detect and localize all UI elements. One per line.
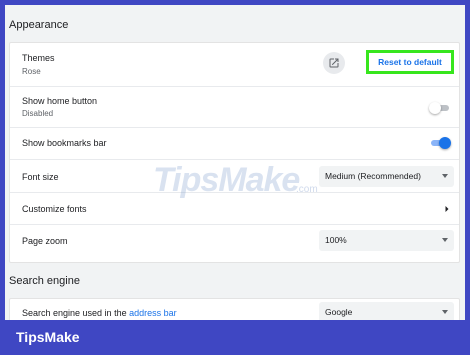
appearance-section-title: Appearance bbox=[9, 19, 69, 31]
customize-fonts-label: Customize fonts bbox=[22, 204, 87, 214]
footer-brand: TipsMake bbox=[16, 329, 80, 345]
themes-row: Themes Rose Reset to default bbox=[10, 43, 459, 86]
themes-label: Themes bbox=[22, 53, 55, 63]
search-engine-section-title: Search engine bbox=[9, 275, 80, 287]
font-size-label: Font size bbox=[22, 172, 59, 182]
appearance-card: Themes Rose Reset to default Show home b… bbox=[9, 42, 460, 263]
bookmarks-bar-label: Show bookmarks bar bbox=[22, 138, 107, 148]
page-zoom-select[interactable]: 100% bbox=[319, 230, 454, 251]
open-in-new-icon bbox=[329, 58, 339, 68]
search-engine-select[interactable]: Google bbox=[319, 302, 454, 320]
dropdown-caret-icon bbox=[442, 238, 448, 242]
watermark-logo: TipsMake bbox=[153, 161, 300, 199]
home-button-toggle[interactable] bbox=[429, 102, 451, 114]
themes-value: Rose bbox=[22, 67, 41, 76]
page-zoom-selected-value: 100% bbox=[325, 235, 347, 245]
dropdown-caret-icon bbox=[442, 310, 448, 314]
search-engine-card: Search engine used in the address bar Go… bbox=[9, 298, 460, 320]
home-button-label: Show home button bbox=[22, 96, 98, 106]
page-zoom-label: Page zoom bbox=[22, 236, 68, 246]
home-button-row[interactable]: Show home button Disabled bbox=[10, 86, 459, 127]
search-engine-row: Search engine used in the address bar Go… bbox=[10, 299, 459, 320]
bookmarks-bar-toggle[interactable] bbox=[429, 137, 451, 149]
font-size-select[interactable]: Medium (Recommended) bbox=[319, 166, 454, 187]
chevron-right-icon bbox=[445, 206, 449, 212]
search-engine-label-prefix: Search engine used in the bbox=[22, 308, 127, 318]
search-engine-selected-value: Google bbox=[325, 307, 353, 317]
toggle-knob bbox=[439, 137, 451, 149]
watermark-domain: .com bbox=[296, 184, 318, 195]
dropdown-caret-icon bbox=[442, 174, 448, 178]
toggle-knob bbox=[429, 102, 441, 114]
bookmarks-bar-row[interactable]: Show bookmarks bar bbox=[10, 127, 459, 159]
search-engine-label: Search engine used in the address bar bbox=[22, 308, 177, 318]
reset-to-default-button[interactable]: Reset to default bbox=[366, 50, 454, 74]
settings-page: Appearance Themes Rose Reset to default … bbox=[5, 5, 465, 320]
page-zoom-row: Page zoom 100% bbox=[10, 224, 459, 264]
home-button-value: Disabled bbox=[22, 109, 54, 118]
address-bar-link[interactable]: address bar bbox=[129, 308, 177, 318]
font-size-selected-value: Medium (Recommended) bbox=[325, 171, 421, 181]
open-theme-button[interactable] bbox=[323, 52, 345, 74]
